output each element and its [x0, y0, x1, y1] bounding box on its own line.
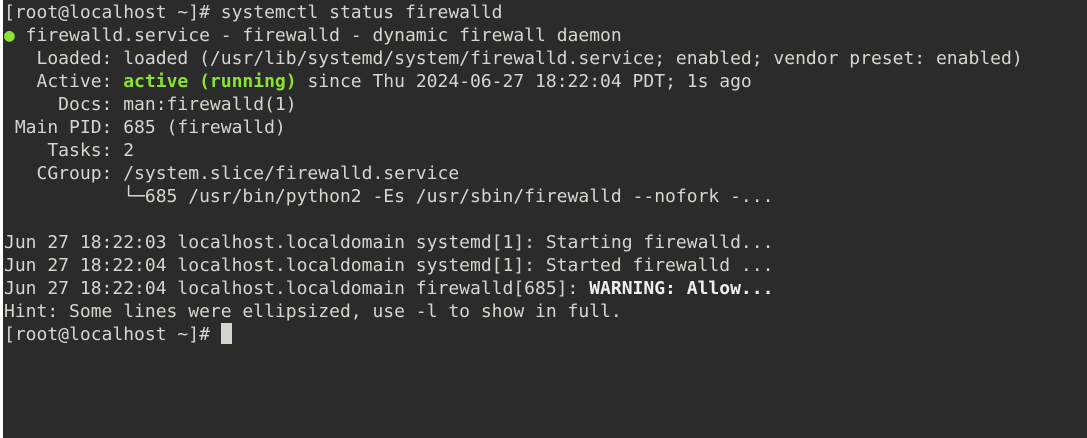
main-pid-line: Main PID: 685 (firewalld) [4, 117, 286, 138]
docs-line: Docs: man:firewalld(1) [4, 94, 297, 115]
log-line-1: Jun 27 18:22:03 localhost.localdomain sy… [4, 232, 774, 253]
tasks-line: Tasks: 2 [4, 140, 135, 161]
command-line: [root@localhost ~]# systemctl status fir… [4, 1, 1087, 24]
active-line: Active: active (running) since Thu 2024-… [4, 70, 1087, 93]
cgroup-child-line: └─685 /usr/bin/python2 -Es /usr/sbin/fir… [4, 186, 774, 207]
final-shell-prompt: [root@localhost ~]# [4, 324, 221, 345]
active-label: Active: [4, 71, 124, 92]
status-dot-icon: ● [4, 25, 15, 46]
log-line-3: Jun 27 18:22:04 localhost.localdomain fi… [4, 277, 1087, 300]
active-state: active (running) [123, 71, 297, 92]
active-since: since Thu 2024-06-27 18:22:04 PDT; 1s ag… [296, 71, 752, 92]
text-cursor[interactable] [220, 323, 232, 344]
cgroup-line: CGroup: /system.slice/firewalld.service [4, 163, 460, 184]
unit-header: firewalld.service - firewalld - dynamic … [14, 25, 622, 46]
log-line-2: Jun 27 18:22:04 localhost.localdomain sy… [4, 255, 774, 276]
log-warning: WARNING: Allow... [589, 278, 774, 299]
hint-line: Hint: Some lines were ellipsized, use -l… [4, 301, 622, 322]
command-text: systemctl status firewalld [220, 2, 503, 23]
final-prompt-line[interactable]: [root@localhost ~]# [4, 323, 1087, 346]
shell-prompt: [root@localhost ~]# [4, 2, 221, 23]
unit-header-line: ● firewalld.service - firewalld - dynami… [4, 24, 1087, 47]
loaded-line: Loaded: loaded (/usr/lib/systemd/system/… [4, 48, 1023, 69]
terminal-window[interactable]: [root@localhost ~]# systemctl status fir… [3, 0, 1087, 438]
log-line-3-prefix: Jun 27 18:22:04 localhost.localdomain fi… [4, 278, 590, 299]
